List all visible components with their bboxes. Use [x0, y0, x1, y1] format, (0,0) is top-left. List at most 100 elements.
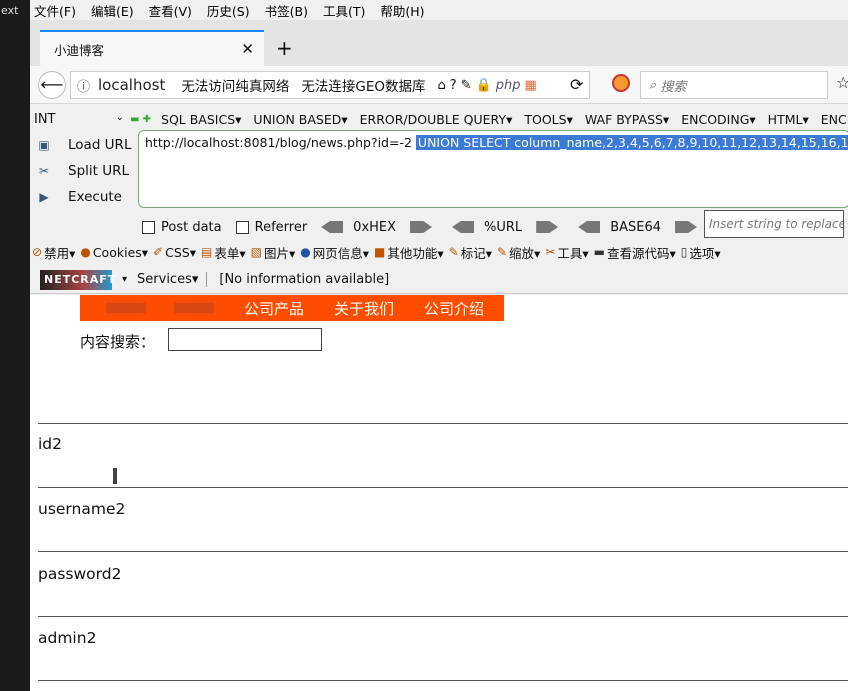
hackbar-actions: ▣ Load URL ✂ Split URL ▶ Execute: [34, 132, 134, 210]
nav-company[interactable]: 公司介绍: [424, 298, 484, 319]
load-url-button[interactable]: ▣ Load URL: [34, 132, 134, 158]
hex-decode-arrow-icon[interactable]: [321, 221, 344, 233]
url-decode-arrow-icon[interactable]: [452, 221, 475, 233]
menu-file[interactable]: 文件(F): [34, 1, 76, 20]
url-plain-text: http://localhost:8081/blog/news.php?id=-…: [145, 135, 412, 150]
disable-icon: ⊘: [32, 245, 43, 259]
home-icon[interactable]: ⌂: [437, 78, 445, 93]
form-icon: ▤: [200, 245, 213, 259]
divider: [38, 616, 848, 617]
search-icon: ⌕: [649, 77, 661, 93]
bookmark-chunzhen[interactable]: 无法访问纯真网络: [181, 75, 289, 95]
wd-disable[interactable]: 禁用▾: [44, 243, 75, 262]
resize-icon: ✎: [496, 245, 508, 259]
blurred-nav-item: [106, 303, 146, 313]
misc-icon: ■: [374, 245, 386, 259]
reload-button[interactable]: ⟳: [570, 75, 583, 94]
wd-page-info[interactable]: 网页信息▾: [313, 243, 369, 262]
php-icon[interactable]: php: [496, 78, 521, 93]
lock-icon[interactable]: 🔒: [476, 78, 492, 93]
wd-view-source[interactable]: 查看源代码▾: [607, 243, 676, 262]
close-icon[interactable]: ✕: [241, 40, 254, 58]
star-icon[interactable]: ☆: [836, 73, 848, 92]
site-nav-bar: 公司产品 关于我们 公司介绍: [80, 295, 504, 321]
image-icon: ▧: [250, 245, 262, 259]
post-data-checkbox[interactable]: [142, 220, 155, 234]
menu-waf-bypass[interactable]: WAF BYPASS▾: [585, 112, 669, 127]
menu-help[interactable]: 帮助(H): [380, 1, 424, 20]
load-url-icon: ▣: [38, 138, 50, 152]
tab-active[interactable]: 小迪博客 ✕: [40, 30, 264, 66]
divider: [38, 423, 848, 424]
type-select[interactable]: INT ⌄: [34, 112, 124, 127]
help-icon[interactable]: ?: [450, 78, 457, 93]
bookmark-geo[interactable]: 无法连接GEO数据库: [301, 75, 425, 95]
insert-string-input[interactable]: Insert string to replace: [704, 210, 844, 238]
feather-icon[interactable]: ✎: [461, 78, 472, 93]
address-text[interactable]: localhost: [98, 76, 165, 94]
content-search-label: 内容搜索：: [80, 333, 156, 351]
wd-misc[interactable]: 其他功能▾: [387, 243, 443, 262]
windows-icon[interactable]: ▦: [525, 78, 537, 93]
cookie-icon: ●: [80, 245, 91, 259]
hackbar-menu: INT ⌄ ▬ ✚ SQL BASICS▾ UNION BASED▾ ERROR…: [34, 108, 848, 130]
menu-history[interactable]: 历史(S): [207, 1, 250, 20]
wd-options[interactable]: 选项▾: [689, 243, 720, 262]
menu-sql-basics[interactable]: SQL BASICS▾: [161, 112, 241, 127]
blurred-nav-item: [174, 303, 214, 313]
split-url-label: Split URL: [68, 163, 130, 179]
wd-cookies[interactable]: Cookies▾: [93, 245, 148, 260]
url-encode-arrow-icon[interactable]: [536, 221, 559, 233]
menu-view[interactable]: 查看(V): [149, 1, 192, 20]
divider: [38, 680, 848, 681]
address-bar[interactable]: ⓘ localhost 无法访问纯真网络 无法连接GEO数据库 ⌂ ? ✎ 🔒 …: [70, 71, 590, 99]
tab-title: 小迪博客: [54, 42, 105, 58]
new-tab-button[interactable]: +: [276, 38, 293, 58]
wd-tools[interactable]: 工具▾: [557, 243, 588, 262]
split-url-button[interactable]: ✂ Split URL: [34, 158, 134, 184]
url-selected-text: UNION SELECT column_name,2,3,4,5,6,7,8,9…: [415, 135, 848, 150]
menu-error-double-query[interactable]: ERROR/DOUBLE QUERY▾: [360, 112, 513, 127]
menu-encryption[interactable]: ENCRY: [821, 112, 848, 127]
url-enc-label: %URL: [484, 219, 523, 235]
noscript-icon[interactable]: [612, 74, 630, 92]
base64-label: BASE64: [610, 219, 662, 235]
nav-products[interactable]: 公司产品: [244, 298, 304, 319]
menu-union-based[interactable]: UNION BASED▾: [253, 112, 347, 127]
wd-css[interactable]: CSS▾: [165, 245, 196, 260]
outline-icon: ✎: [448, 245, 459, 259]
chevron-down-icon: ⌄: [115, 111, 124, 123]
menu-html[interactable]: HTML▾: [768, 112, 809, 127]
wd-resize[interactable]: 缩放▾: [509, 243, 540, 262]
wd-images[interactable]: 图片▾: [264, 243, 295, 262]
content-search-input[interactable]: [168, 328, 322, 351]
hackbar-url-textarea[interactable]: http://localhost:8081/blog/news.php?id=-…: [138, 130, 848, 208]
execute-label: Execute: [68, 189, 122, 205]
execute-button[interactable]: ▶ Execute: [34, 184, 134, 210]
netcraft-services[interactable]: Services▾: [137, 272, 208, 287]
menu-tools[interactable]: 工具(T): [323, 1, 365, 20]
navigation-bar: ⟵ ⓘ localhost 无法访问纯真网络 无法连接GEO数据库 ⌂ ? ✎ …: [30, 66, 848, 104]
back-button[interactable]: ⟵: [38, 71, 66, 99]
divider: [38, 551, 848, 552]
search-input[interactable]: ⌕ 搜索: [640, 71, 828, 99]
base64-encode-arrow-icon[interactable]: [675, 221, 698, 233]
list-item: username2: [38, 500, 126, 518]
netcraft-logo[interactable]: NETCRAFT: [40, 269, 115, 290]
referrer-checkbox[interactable]: [235, 220, 249, 234]
source-icon: ▬: [593, 245, 605, 259]
netcraft-dropdown-icon[interactable]: ▾: [122, 274, 127, 285]
base64-decode-arrow-icon[interactable]: [578, 221, 601, 233]
menu-bookmarks[interactable]: 书签(B): [265, 1, 308, 20]
menu-tools-hb[interactable]: TOOLS▾: [524, 112, 573, 127]
wd-forms[interactable]: 表单▾: [214, 243, 245, 262]
css-icon: ✐: [153, 245, 164, 259]
info-icon[interactable]: ⓘ: [77, 76, 90, 95]
nav-about[interactable]: 关于我们: [334, 298, 394, 319]
divider: [38, 487, 848, 488]
hex-encode-arrow-icon[interactable]: [410, 221, 433, 233]
wd-outline[interactable]: 标记▾: [461, 243, 492, 262]
menu-encoding[interactable]: ENCODING▾: [681, 112, 755, 127]
add-remove-icon[interactable]: ▬ ✚: [130, 114, 151, 125]
menu-edit[interactable]: 编辑(E): [91, 1, 134, 20]
